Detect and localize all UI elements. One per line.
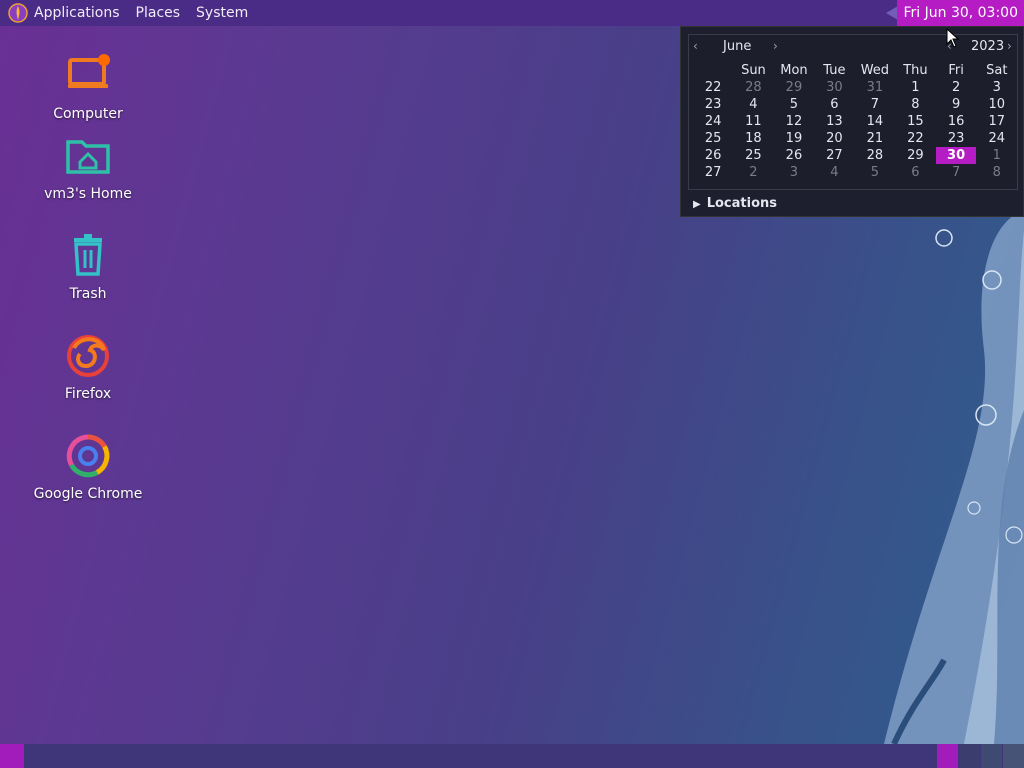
locations-expander[interactable]: ▶ Locations [693,196,777,211]
calendar-day[interactable]: 22 [895,130,935,147]
calendar-day[interactable]: 5 [774,96,815,113]
home-label: vm3's Home [44,186,132,202]
prev-month-arrow-icon[interactable]: ‹ [693,39,698,53]
calendar-day[interactable]: 11 [733,113,773,130]
weekday-header: Thu [903,63,928,78]
firefox-label: Firefox [64,386,112,402]
top-panel: Applications Places System Fri Jun 30, 0… [0,0,1024,26]
calendar-day[interactable]: 8 [895,96,935,113]
weekday-header: Mon [780,63,808,78]
calendar-day[interactable]: 27 [814,147,854,164]
trash-label: Trash [69,286,107,302]
weekday-header: Tue [823,63,846,78]
calendar-day[interactable]: 29 [895,147,935,164]
show-desktop-button[interactable] [0,744,24,768]
calendar-day[interactable]: 1 [977,147,1017,164]
trash-icon [74,234,102,276]
calendar-day[interactable]: 14 [855,113,896,130]
weekday-header: Sun [741,63,766,78]
workspace-4[interactable] [1003,744,1024,768]
clock[interactable]: Fri Jun 30, 03:00 [897,0,1024,26]
desktop-icon-trash[interactable]: Trash [28,232,148,302]
workspace-2[interactable] [959,744,980,768]
week-number: 25 [704,131,722,146]
calendar-day[interactable]: 7 [936,164,977,181]
calendar-day[interactable]: 15 [895,113,935,130]
locations-label: Locations [706,196,777,211]
calendar-day[interactable]: 1 [895,79,935,96]
calendar-day[interactable]: 16 [936,113,977,130]
calendar-day[interactable]: 31 [855,79,896,96]
calendar-day-selected[interactable]: 30 [936,147,977,164]
workspace-3[interactable] [981,744,1002,768]
calendar-day[interactable]: 21 [855,130,896,147]
calendar-day[interactable]: 7 [855,96,896,113]
applications-menu[interactable]: Applications [34,5,120,21]
calendar-day[interactable]: 17 [977,113,1017,130]
places-menu[interactable]: Places [136,5,181,21]
desktop-icon-home[interactable]: vm3's Home [28,132,148,202]
calendar-day[interactable]: 3 [774,164,815,181]
calendar-day[interactable]: 29 [774,79,815,96]
calendar-day[interactable]: 28 [855,147,896,164]
desktop-icon-firefox[interactable]: Firefox [28,332,148,402]
applications-logo-icon[interactable] [8,3,28,23]
calendar-day[interactable]: 26 [774,147,815,164]
calendar-day[interactable]: 24 [977,130,1017,147]
desktop-icon-chrome[interactable]: Google Chrome [28,432,148,502]
wallpaper-decoration [884,210,1024,744]
calendar-day[interactable]: 8 [977,164,1017,181]
workspace-1[interactable] [937,744,958,768]
calendar-day[interactable]: 6 [814,96,854,113]
calendar-day[interactable]: 2 [936,79,977,96]
chrome-label: Google Chrome [33,486,143,502]
calendar-popup: ‹ June › ‹ 2023 › Sun Mon Tue Wed Thu Fri Sat … [680,26,1024,217]
home-folder-icon [66,140,110,174]
calendar-day[interactable]: 12 [774,113,815,130]
calendar-day[interactable]: 4 [814,164,854,181]
selected-day-label: 30 [936,147,977,164]
weekday-header: Sat [986,63,1008,78]
calendar-day[interactable]: 4 [733,96,773,113]
week-number: 22 [704,80,722,95]
calendar-day[interactable]: 9 [936,96,977,113]
week-number-header [693,62,733,79]
calendar-day[interactable]: 20 [814,130,854,147]
calendar-day[interactable]: 10 [977,96,1017,113]
chrome-icon [66,434,110,478]
week-number: 23 [704,97,722,112]
bottom-panel [0,744,1024,768]
calendar-month: June [723,39,752,54]
calendar-day[interactable]: 13 [814,113,854,130]
calendar-day[interactable]: 6 [895,164,935,181]
weekday-header: Fri [948,63,964,78]
mouse-cursor-icon [946,28,960,48]
system-menu[interactable]: System [196,5,248,21]
calendar-day[interactable]: 25 [733,147,773,164]
week-number: 26 [704,148,722,163]
calendar-day[interactable]: 30 [814,79,854,96]
next-month-arrow-icon[interactable]: › [773,39,778,53]
calendar-day[interactable]: 28 [733,79,773,96]
weekday-header: Wed [860,63,890,78]
calendar-day[interactable]: 18 [733,130,773,147]
week-number: 24 [704,114,722,129]
calendar-day[interactable]: 3 [977,79,1017,96]
computer-label: Computer [53,106,123,122]
calendar-year: 2023 [971,39,1005,54]
calendar-day[interactable]: 2 [733,164,773,181]
desktop-icon-computer[interactable]: Computer [28,52,148,122]
calendar-widget: ‹ June › ‹ 2023 › Sun Mon Tue Wed Thu Fri Sat … [688,34,1018,190]
firefox-icon [67,335,109,377]
calendar-day[interactable]: 5 [855,164,896,181]
expander-triangle-icon: ▶ [693,199,701,210]
calendar-header: ‹ June › ‹ 2023 › [689,35,1017,57]
next-year-arrow-icon[interactable]: › [1007,39,1012,53]
calendar-grid: Sun Mon Tue Wed Thu Fri Sat 22 28 29 30 31 1 2 3 23 4 5 6… [693,62,1017,181]
calendar-day[interactable]: 23 [936,130,977,147]
computer-icon [68,54,110,88]
week-number: 27 [704,165,722,180]
calendar-day[interactable]: 19 [774,130,815,147]
